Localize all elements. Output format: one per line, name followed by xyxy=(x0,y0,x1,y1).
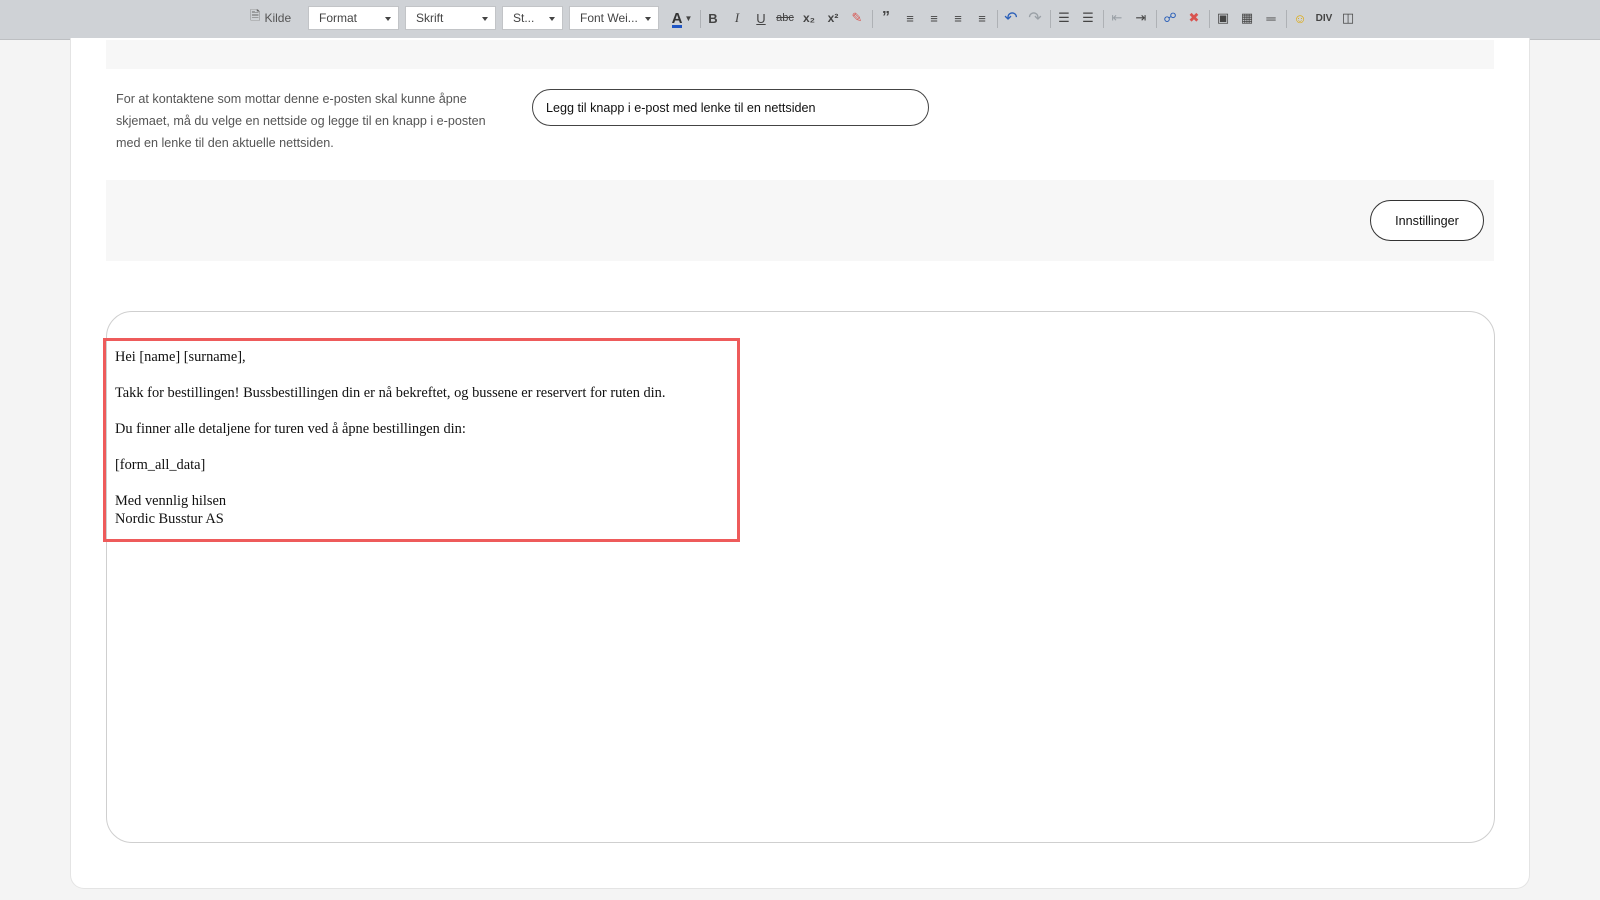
toolbar-divider xyxy=(700,10,701,28)
email-form-placeholder: [form_all_data] xyxy=(115,457,206,473)
link-icon: ☍ xyxy=(1163,10,1177,25)
settings-band xyxy=(106,180,1494,261)
numbered-list-icon: ☰ xyxy=(1058,10,1070,25)
image-button[interactable]: ▣ xyxy=(1212,6,1234,30)
remove-format-button[interactable]: ✎ xyxy=(846,6,868,30)
size-select-value: St... xyxy=(513,11,535,25)
indent-button[interactable]: ⇥ xyxy=(1130,6,1152,30)
blockquote-icon: ” xyxy=(882,9,890,26)
editor-toolbar: 🗎 Kilde Format Skrift St... Font Wei... … xyxy=(0,0,1600,40)
indent-icon: ⇥ xyxy=(1135,10,1147,25)
email-line-details: Du finner alle detaljene for turen ved å… xyxy=(115,421,466,437)
settings-button[interactable]: Innstillinger xyxy=(1370,200,1484,241)
email-content[interactable]: Hei [name] [surname], Takk for bestillin… xyxy=(115,348,735,528)
source-button[interactable]: 🗎 Kilde xyxy=(250,6,302,30)
font-select[interactable]: Skrift xyxy=(405,6,496,30)
email-closing: Med vennlig hilsen xyxy=(115,493,227,509)
horizontal-rule-icon: ═ xyxy=(1266,10,1276,26)
strikethrough-button[interactable]: abc xyxy=(774,6,796,30)
align-center-button[interactable]: ≡ xyxy=(923,6,945,30)
chevron-down-icon: ▼ xyxy=(684,13,693,23)
outdent-button[interactable]: ⇤ xyxy=(1106,6,1128,30)
toolbar-divider xyxy=(872,10,873,28)
subscript-button[interactable]: x₂ xyxy=(798,6,820,30)
remove-format-icon: ✎ xyxy=(851,10,863,25)
underline-button[interactable]: U xyxy=(750,6,772,30)
chevron-down-icon xyxy=(385,17,391,21)
font-color-button[interactable]: A ▼ xyxy=(668,6,696,30)
toolbar-divider xyxy=(997,10,998,28)
add-link-button[interactable]: Legg til knapp i e-post med lenke til en… xyxy=(532,89,929,126)
superscript-button[interactable]: x² xyxy=(822,6,844,30)
justify-button[interactable]: ≡ xyxy=(971,6,993,30)
source-label: Kilde xyxy=(264,11,292,25)
link-button[interactable]: ☍ xyxy=(1159,6,1181,30)
div-button[interactable]: DIV xyxy=(1313,6,1335,30)
toolbar-divider xyxy=(1050,10,1051,28)
font-select-value: Skrift xyxy=(416,11,444,25)
chevron-down-icon xyxy=(482,17,488,21)
chevron-down-icon xyxy=(645,17,651,21)
align-right-icon: ≡ xyxy=(954,10,962,26)
toolbar-divider xyxy=(1286,10,1287,28)
bulleted-list-icon: ☰ xyxy=(1082,10,1094,25)
format-select-value: Format xyxy=(319,11,358,25)
email-greeting: Hei [name] [surname], xyxy=(115,349,246,365)
align-left-icon: ≡ xyxy=(906,10,914,26)
blockquote-button[interactable]: ” xyxy=(875,6,897,30)
chevron-down-icon xyxy=(549,17,555,21)
align-left-button[interactable]: ≡ xyxy=(899,6,921,30)
toolbar-divider xyxy=(1209,10,1210,28)
source-icon: 🗎 xyxy=(250,8,261,23)
unlink-button[interactable]: ✖ xyxy=(1183,6,1205,30)
italic-button[interactable]: I xyxy=(726,6,748,30)
align-right-button[interactable]: ≡ xyxy=(947,6,969,30)
horizontal-rule-button[interactable]: ═ xyxy=(1260,6,1282,30)
emoji-button[interactable]: ☺ xyxy=(1289,6,1311,30)
toolbar-divider xyxy=(1103,10,1104,28)
div-icon: DIV xyxy=(1315,12,1333,24)
font-weight-select-value: Font Wei... xyxy=(580,11,638,25)
font-color-icon: A xyxy=(671,9,683,28)
email-signature: Nordic Busstur AS xyxy=(115,511,224,527)
emoji-icon: ☺ xyxy=(1293,10,1307,26)
image-icon: ▣ xyxy=(1216,10,1230,25)
toolbar-divider xyxy=(1156,10,1157,28)
show-blocks-button[interactable]: ◫ xyxy=(1337,6,1359,30)
format-select[interactable]: Format xyxy=(308,6,399,30)
numbered-list-button[interactable]: ☰ xyxy=(1053,6,1075,30)
align-center-icon: ≡ xyxy=(930,10,938,26)
justify-icon: ≡ xyxy=(978,10,986,26)
bulleted-list-button[interactable]: ☰ xyxy=(1077,6,1099,30)
undo-button[interactable]: ↶ xyxy=(1000,6,1022,30)
undo-icon: ↶ xyxy=(1004,10,1018,27)
size-select[interactable]: St... xyxy=(502,6,563,30)
bold-button[interactable]: B xyxy=(702,6,724,30)
top-section-band xyxy=(106,40,1494,69)
link-help-text: For at kontaktene som mottar denne e-pos… xyxy=(116,92,486,150)
email-line-confirmation: Takk for bestillingen! Bussbestillingen … xyxy=(115,385,666,401)
redo-icon: ↷ xyxy=(1028,10,1042,27)
outdent-icon: ⇤ xyxy=(1111,10,1123,25)
table-icon: ▦ xyxy=(1240,10,1254,25)
unlink-icon: ✖ xyxy=(1188,10,1200,25)
redo-button[interactable]: ↷ xyxy=(1024,6,1046,30)
font-weight-select[interactable]: Font Wei... xyxy=(569,6,659,30)
table-button[interactable]: ▦ xyxy=(1236,6,1258,30)
show-blocks-icon: ◫ xyxy=(1341,10,1355,25)
